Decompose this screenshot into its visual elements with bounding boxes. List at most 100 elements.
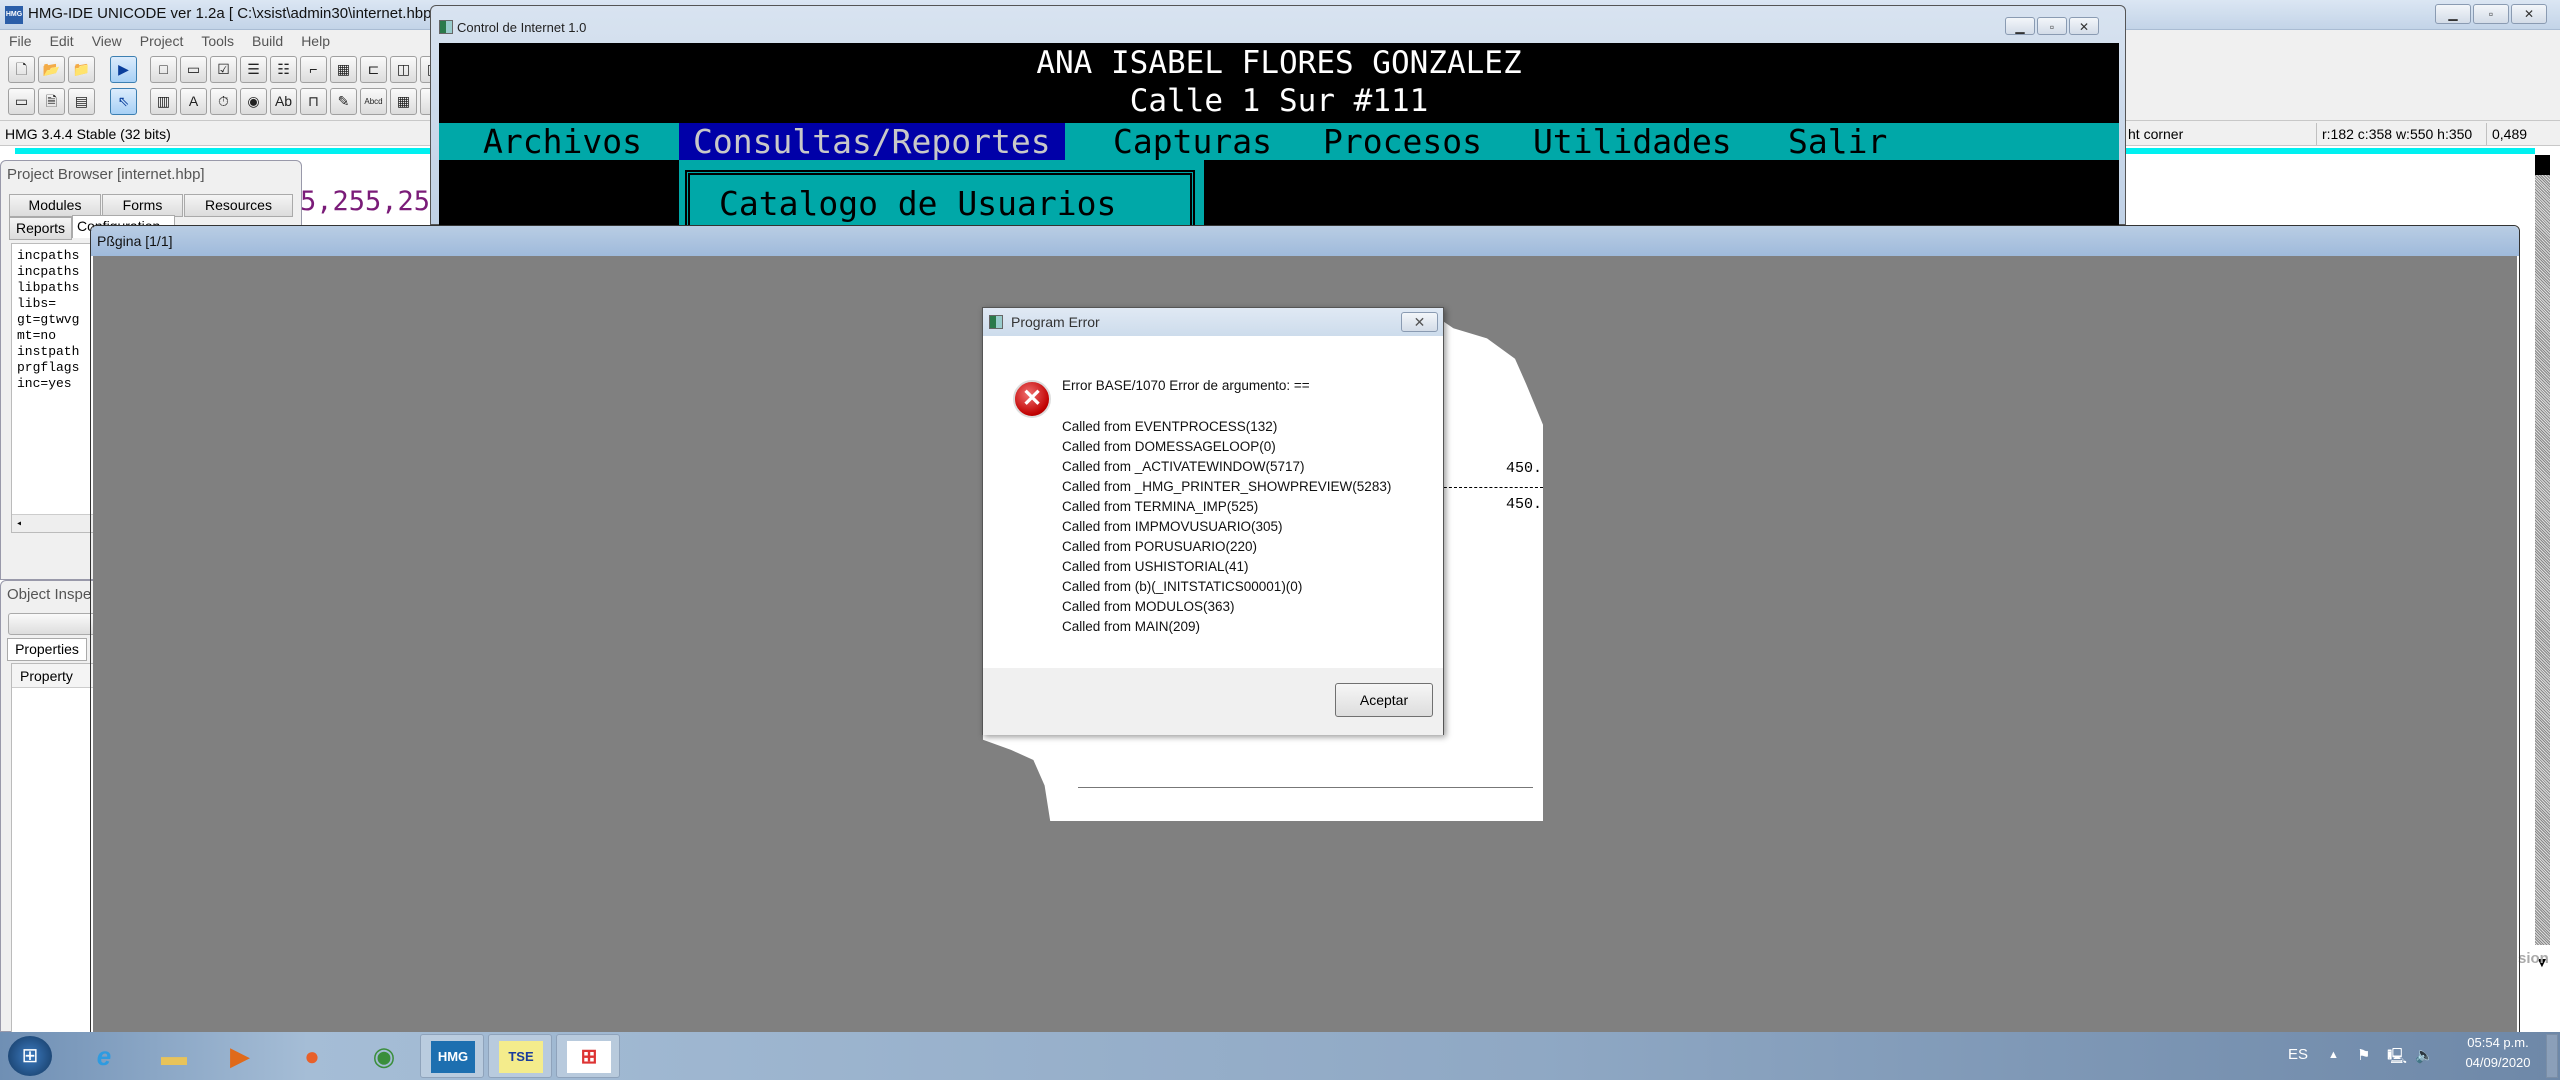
menu-capturas[interactable]: Capturas — [1099, 123, 1286, 160]
status-divider — [2316, 123, 2317, 145]
error-icon: ✕ — [1013, 380, 1051, 418]
user-name: ANA ISABEL FLORES GONZALEZ — [1036, 45, 1522, 81]
menu-file[interactable]: File — [0, 30, 41, 49]
monthcal-icon[interactable]: ▦ — [390, 88, 417, 115]
file-explorer-icon[interactable]: ▬ — [152, 1036, 196, 1076]
menu-project[interactable]: Project — [131, 30, 193, 49]
internet-explorer-icon[interactable]: e — [82, 1036, 126, 1076]
tab-resources[interactable]: Resources — [184, 194, 293, 217]
combobox-icon[interactable]: ☷ — [270, 56, 297, 83]
textbox-ab-icon[interactable]: Ab — [270, 88, 297, 115]
tab-modules[interactable]: Modules — [9, 194, 101, 217]
menu-edit[interactable]: Edit — [41, 30, 83, 49]
menu-tools[interactable]: Tools — [192, 30, 243, 49]
language-indicator[interactable]: ES — [2288, 1046, 2308, 1063]
close-button[interactable]: ✕ — [2511, 4, 2547, 24]
volume-icon[interactable]: 🔈 — [2415, 1046, 2434, 1064]
tab-properties[interactable]: Properties — [7, 638, 87, 661]
submenu-catalogo-usuarios[interactable]: Catalogo de Usuarios — [719, 184, 1116, 223]
show-desktop-button[interactable] — [2546, 1034, 2558, 1078]
firefox-icon[interactable]: ● — [290, 1036, 334, 1076]
stack-line: Called from USHISTORIAL(41) — [1062, 559, 1249, 574]
editor-scrollbar[interactable]: ▼ — [2535, 155, 2550, 970]
consultas-submenu: Catalogo de Usuarios — [679, 160, 1204, 226]
radio-icon[interactable]: ◉ — [240, 88, 267, 115]
control-window-title: Control de Internet 1.0 — [457, 20, 587, 35]
clock-time[interactable]: 05:54 p.m. — [2458, 1035, 2538, 1050]
stack-line: Called from TERMINA_IMP(525) — [1062, 499, 1259, 514]
stack-line: Called from EVENTPROCESS(132) — [1062, 419, 1278, 434]
window-icon[interactable]: ▭ — [8, 88, 35, 115]
scrollbar-thumb[interactable] — [2535, 155, 2550, 175]
error-message-block: Error BASE/1070 Error de argumento: == C… — [1062, 376, 1391, 637]
film-icon[interactable]: ▤ — [68, 88, 95, 115]
hmg-icon: HMG — [431, 1041, 475, 1073]
preview-title: Pßgina [1/1] — [97, 233, 173, 249]
minimize-button[interactable]: ▁ — [2435, 4, 2471, 24]
open-project-icon[interactable]: 📁 — [68, 56, 95, 83]
chrome-icon[interactable]: ◉ — [362, 1036, 406, 1076]
tab-reports[interactable]: Reports — [9, 217, 72, 240]
object-inspector-title: Object Inspe — [7, 586, 92, 603]
form-box-icon[interactable]: □ — [150, 56, 177, 83]
window-app-icon — [439, 20, 453, 34]
show-hidden-icons-arrow-icon[interactable]: ▲ — [2328, 1049, 2339, 1061]
menu-consultas-reportes[interactable]: Consultas/Reportes — [679, 123, 1065, 160]
edit-icon[interactable]: ✎ — [330, 88, 357, 115]
grid-icon[interactable]: ▦ — [330, 56, 357, 83]
start-button[interactable]: ⊞ — [8, 1036, 52, 1076]
checkbox-icon[interactable]: ☑ — [210, 56, 237, 83]
hyperlink-abcd-icon[interactable]: Abcd — [360, 88, 387, 115]
preview-title-bar: Pßgina [1/1] — [91, 226, 2519, 256]
menu-build[interactable]: Build — [243, 30, 292, 49]
pointer-icon[interactable]: ⇖ — [110, 88, 137, 115]
split-icon[interactable]: ⌐ — [300, 56, 327, 83]
clock-date[interactable]: 04/09/2020 — [2455, 1055, 2541, 1070]
tab-forms[interactable]: Forms — [102, 194, 183, 217]
menu-help[interactable]: Help — [292, 30, 339, 49]
books-icon[interactable]: ▥ — [150, 88, 177, 115]
dialog-close-button[interactable]: ✕ — [1401, 312, 1438, 332]
status-coords: r:182 c:358 w:550 h:350 — [2322, 126, 2473, 142]
program-error-dialog: Program Error ✕ ✕ Error BASE/1070 Error … — [982, 307, 1444, 735]
open-folder-icon[interactable]: 📂 — [38, 56, 65, 83]
frame-icon[interactable]: ⊏ — [360, 56, 387, 83]
document-icon[interactable]: 🗎 — [38, 88, 65, 115]
stack-line: Called from PORUSUARIO(220) — [1062, 539, 1258, 554]
menu-salir[interactable]: Salir — [1774, 123, 1901, 160]
stack-line: Called from IMPMOVUSUARIO(305) — [1062, 519, 1283, 534]
aceptar-button[interactable]: Aceptar — [1335, 683, 1433, 717]
tab-icon[interactable]: ⊓ — [300, 88, 327, 115]
run-icon[interactable]: ▶ — [110, 56, 137, 83]
user-address: Calle 1 Sur #111 — [1129, 83, 1429, 119]
minimize-button[interactable]: ▁ — [2005, 17, 2035, 35]
taskbar-app-window[interactable]: ⊞ — [556, 1034, 620, 1078]
timer-icon[interactable]: ⏱ — [210, 88, 237, 115]
spinner-icon[interactable]: ◫ — [390, 56, 417, 83]
status-divider — [2486, 123, 2487, 145]
tse-icon: TSE — [499, 1041, 543, 1073]
stack-line: Called from MAIN(209) — [1062, 619, 1201, 634]
menu-utilidades[interactable]: Utilidades — [1519, 123, 1746, 160]
action-center-flag-icon[interactable]: ⚑ — [2357, 1046, 2370, 1064]
window-app-icon — [989, 315, 1003, 329]
menu-archivos[interactable]: Archivos — [469, 123, 656, 160]
stack-line: Called from _ACTIVATEWINDOW(5717) — [1062, 459, 1305, 474]
button-icon[interactable]: ▭ — [180, 56, 207, 83]
maximize-button[interactable]: ▫ — [2473, 4, 2509, 24]
menu-view[interactable]: View — [83, 30, 131, 49]
close-button[interactable]: ✕ — [2069, 17, 2099, 35]
network-icon[interactable]: 🖳 — [2387, 1046, 2407, 1071]
taskbar-tse[interactable]: TSE — [488, 1034, 552, 1078]
maximize-button[interactable]: ▫ — [2037, 17, 2067, 35]
console-menu-bar: Archivos Consultas/Reportes Capturas Pro… — [439, 123, 2119, 160]
status-position: 0,489 — [2492, 126, 2528, 142]
new-file-icon[interactable]: 🗋 — [8, 56, 35, 83]
editor-code-text[interactable]: 5,255,255 — [300, 186, 446, 217]
listbox-icon[interactable]: ☰ — [240, 56, 267, 83]
media-player-icon[interactable]: ▶ — [218, 1036, 262, 1076]
menu-procesos[interactable]: Procesos — [1309, 123, 1496, 160]
taskbar-hmg-ide[interactable]: HMG — [420, 1034, 484, 1078]
error-message: Error BASE/1070 Error de argumento: == — [1062, 378, 1310, 393]
label-text-icon[interactable]: A — [180, 88, 207, 115]
